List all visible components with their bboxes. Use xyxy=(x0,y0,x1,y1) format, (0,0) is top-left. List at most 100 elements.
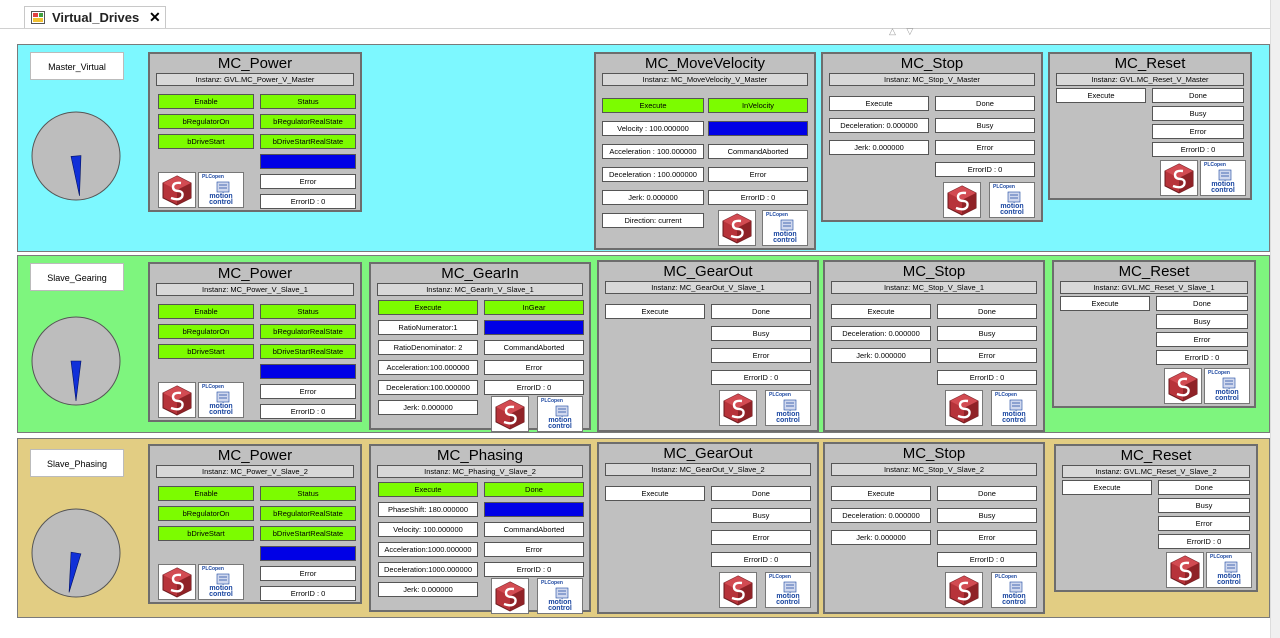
input-bdrivestart[interactable]: bDriveStart xyxy=(158,344,254,359)
tab-virtual-drives[interactable]: Virtual_Drives ✕ xyxy=(24,6,166,29)
output-error[interactable]: Error xyxy=(260,174,356,189)
input-enable[interactable]: Enable xyxy=(158,304,254,319)
input-enable[interactable]: Enable xyxy=(158,486,254,501)
output-commandaborted[interactable]: CommandAborted xyxy=(708,144,808,159)
output-bregulatorrealstate[interactable]: bRegulatorRealState xyxy=(260,506,356,521)
input-acceleration[interactable]: Acceleration:1000.000000 xyxy=(378,542,478,557)
output-error[interactable]: Error xyxy=(260,566,356,581)
input-bregulatoron[interactable]: bRegulatorOn xyxy=(158,506,254,521)
input-acceleration[interactable]: Acceleration : 100.000000 xyxy=(602,144,704,159)
output-bdrivestartrealstate[interactable]: bDriveStartRealState xyxy=(260,134,356,149)
input-bdrivestart[interactable]: bDriveStart xyxy=(158,526,254,541)
output-error[interactable]: Error xyxy=(484,360,584,375)
output-error[interactable]: Error xyxy=(1152,124,1244,139)
input-execute[interactable]: Execute xyxy=(378,300,478,315)
output-done[interactable]: Done xyxy=(1152,88,1244,103)
output-busy[interactable]: Busy xyxy=(1156,314,1248,329)
output-busy[interactable]: Busy xyxy=(484,502,584,517)
output-ingear[interactable]: InGear xyxy=(484,300,584,315)
output-error[interactable]: Error xyxy=(260,384,356,399)
input-bregulatoron[interactable]: bRegulatorOn xyxy=(158,324,254,339)
scroll-arrows-icon[interactable]: △ ▽ xyxy=(889,26,917,37)
output-error[interactable]: Error xyxy=(708,167,808,182)
input-acceleration[interactable]: Acceleration:100.000000 xyxy=(378,360,478,375)
input-deceleration[interactable]: Deceleration:1000.000000 xyxy=(378,562,478,577)
output-done[interactable]: Done xyxy=(937,304,1037,319)
input-velocity[interactable]: Velocity : 100.000000 xyxy=(602,121,704,136)
output-errorid[interactable]: ErrorID : 0 xyxy=(260,194,356,209)
output-busy[interactable]: Busy xyxy=(937,508,1037,523)
output-busy[interactable]: Busy xyxy=(708,121,808,136)
output-busy[interactable]: Busy xyxy=(711,508,811,523)
output-bdrivestartrealstate[interactable]: bDriveStartRealState xyxy=(260,344,356,359)
output-busy[interactable]: Busy xyxy=(935,118,1035,133)
input-execute[interactable]: Execute xyxy=(605,304,705,319)
output-status[interactable]: Status xyxy=(260,304,356,319)
input-rationumerator[interactable]: RatioNumerator:1 xyxy=(378,320,478,335)
input-deceleration[interactable]: Deceleration: 0.000000 xyxy=(831,326,931,341)
input-execute[interactable]: Execute xyxy=(602,98,704,113)
output-busy[interactable]: Busy xyxy=(260,154,356,169)
output-errorid[interactable]: ErrorID : 0 xyxy=(1152,142,1244,157)
output-done[interactable]: Done xyxy=(1158,480,1250,495)
output-errorid[interactable]: ErrorID : 0 xyxy=(1158,534,1250,549)
output-busy[interactable]: Busy xyxy=(260,364,356,379)
output-done[interactable]: Done xyxy=(484,482,584,497)
input-deceleration[interactable]: Deceleration: 0.000000 xyxy=(831,508,931,523)
output-done[interactable]: Done xyxy=(1156,296,1248,311)
output-commandaborted[interactable]: CommandAborted xyxy=(484,340,584,355)
output-bregulatorrealstate[interactable]: bRegulatorRealState xyxy=(260,114,356,129)
input-execute[interactable]: Execute xyxy=(1056,88,1146,103)
output-error[interactable]: Error xyxy=(937,530,1037,545)
output-errorid[interactable]: ErrorID : 0 xyxy=(935,162,1035,177)
input-phaseshift[interactable]: PhaseShift: 180.000000 xyxy=(378,502,478,517)
output-error[interactable]: Error xyxy=(1158,516,1250,531)
input-direction[interactable]: Direction: current xyxy=(602,213,704,228)
input-deceleration[interactable]: Deceleration: 0.000000 xyxy=(829,118,929,133)
output-status[interactable]: Status xyxy=(260,486,356,501)
output-errorid[interactable]: ErrorID : 0 xyxy=(1156,350,1248,365)
output-errorid[interactable]: ErrorID : 0 xyxy=(260,404,356,419)
output-busy[interactable]: Busy xyxy=(260,546,356,561)
output-busy[interactable]: Busy xyxy=(937,326,1037,341)
input-execute[interactable]: Execute xyxy=(605,486,705,501)
input-jerk[interactable]: Jerk: 0.000000 xyxy=(831,348,931,363)
output-busy[interactable]: Busy xyxy=(1152,106,1244,121)
input-bregulatoron[interactable]: bRegulatorOn xyxy=(158,114,254,129)
input-execute[interactable]: Execute xyxy=(831,486,931,501)
input-execute[interactable]: Execute xyxy=(829,96,929,111)
output-bregulatorrealstate[interactable]: bRegulatorRealState xyxy=(260,324,356,339)
close-icon[interactable]: ✕ xyxy=(149,9,161,26)
output-error[interactable]: Error xyxy=(1156,332,1248,347)
input-deceleration[interactable]: Deceleration:100.000000 xyxy=(378,380,478,395)
output-errorid[interactable]: ErrorID : 0 xyxy=(937,370,1037,385)
output-done[interactable]: Done xyxy=(711,486,811,501)
output-error[interactable]: Error xyxy=(935,140,1035,155)
input-jerk[interactable]: Jerk: 0.000000 xyxy=(378,400,478,415)
input-jerk[interactable]: Jerk: 0.000000 xyxy=(829,140,929,155)
input-execute[interactable]: Execute xyxy=(378,482,478,497)
input-execute[interactable]: Execute xyxy=(1060,296,1150,311)
output-errorid[interactable]: ErrorID : 0 xyxy=(260,586,356,601)
output-busy[interactable]: Busy xyxy=(711,326,811,341)
output-done[interactable]: Done xyxy=(711,304,811,319)
output-busy[interactable]: Busy xyxy=(1158,498,1250,513)
output-errorid[interactable]: ErrorID : 0 xyxy=(484,562,584,577)
input-velocity[interactable]: Velocity: 100.000000 xyxy=(378,522,478,537)
input-bdrivestart[interactable]: bDriveStart xyxy=(158,134,254,149)
output-busy[interactable]: Busy xyxy=(484,320,584,335)
output-error[interactable]: Error xyxy=(937,348,1037,363)
input-deceleration[interactable]: Deceleration : 100.000000 xyxy=(602,167,704,182)
output-errorid[interactable]: ErrorID : 0 xyxy=(937,552,1037,567)
input-jerk[interactable]: Jerk: 0.000000 xyxy=(602,190,704,205)
output-error[interactable]: Error xyxy=(711,348,811,363)
output-done[interactable]: Done xyxy=(937,486,1037,501)
output-error[interactable]: Error xyxy=(711,530,811,545)
output-errorid[interactable]: ErrorID : 0 xyxy=(708,190,808,205)
output-commandaborted[interactable]: CommandAborted xyxy=(484,522,584,537)
output-invelocity[interactable]: InVelocity xyxy=(708,98,808,113)
input-enable[interactable]: Enable xyxy=(158,94,254,109)
output-errorid[interactable]: ErrorID : 0 xyxy=(711,552,811,567)
input-jerk[interactable]: Jerk: 0.000000 xyxy=(378,582,478,597)
input-execute[interactable]: Execute xyxy=(831,304,931,319)
